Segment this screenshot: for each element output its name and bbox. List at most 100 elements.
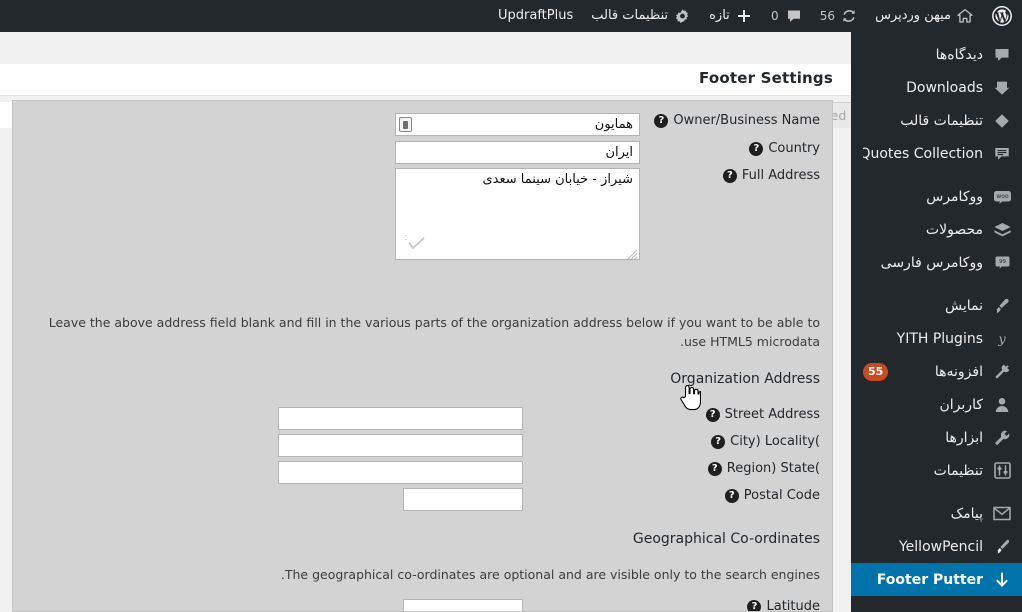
latitude-label: Latitude ? bbox=[650, 599, 820, 612]
sidebar-item-yith-plugins[interactable]: y YITH Plugins bbox=[851, 322, 1022, 355]
region-input[interactable] bbox=[278, 461, 523, 484]
adminbar-updates[interactable]: 56 bbox=[811, 0, 866, 32]
label-text: Latitude bbox=[766, 599, 820, 612]
sidebar-item-label: YellowPencil bbox=[898, 538, 983, 555]
owner-name-label: Owner/Business Name ? bbox=[650, 113, 820, 128]
plugin-icon bbox=[991, 362, 1013, 382]
sidebar-item-label: ووکامرس bbox=[926, 188, 983, 205]
sidebar-item-downloads[interactable]: Downloads bbox=[851, 71, 1022, 104]
adminbar-comments[interactable]: 0 bbox=[761, 0, 811, 32]
street-address-input[interactable] bbox=[278, 407, 523, 430]
sidebar-item-label: کاربران bbox=[939, 396, 983, 413]
label-text: City) Locality( bbox=[730, 434, 820, 449]
full-address-textarea[interactable]: شیراز - خیابان سینما سعدی bbox=[395, 168, 640, 260]
comment-icon bbox=[991, 45, 1013, 65]
locality-label: City) Locality( ? bbox=[650, 434, 820, 449]
sidebar-item-sms[interactable]: پیامک bbox=[851, 497, 1022, 530]
sidebar-item-tools[interactable]: ابزارها bbox=[851, 421, 1022, 454]
sidebar-item-footer-putter[interactable]: Footer Putter bbox=[843, 563, 1022, 596]
help-icon[interactable]: ? bbox=[707, 461, 722, 476]
autofill-icon[interactable] bbox=[399, 117, 412, 132]
sidebar-item-label: Footer Putter bbox=[876, 571, 983, 588]
sidebar-separator bbox=[851, 170, 1022, 180]
label-text: Postal Code bbox=[743, 488, 820, 503]
diamond-icon bbox=[991, 111, 1013, 131]
help-icon[interactable]: ? bbox=[654, 113, 669, 128]
sidebar-item-yellowpencil[interactable]: YellowPencil bbox=[851, 530, 1022, 563]
country-label: Country ? bbox=[650, 141, 820, 156]
sidebar-item-settings[interactable]: تنظیمات bbox=[851, 454, 1022, 487]
sidebar-item-label: محصولات bbox=[925, 221, 983, 238]
label-text: Country bbox=[768, 141, 820, 156]
postal-code-input[interactable] bbox=[403, 488, 523, 511]
adminbar-new-content[interactable]: تازه bbox=[700, 0, 761, 32]
users-icon bbox=[991, 395, 1013, 415]
plugins-update-badge: 55 bbox=[863, 362, 889, 381]
sidebar-item-label: تنظیمات bbox=[933, 462, 983, 479]
country-input[interactable] bbox=[395, 141, 640, 164]
settings-sliders-icon bbox=[991, 461, 1013, 481]
sidebar-item-label: دیدگاه‌ها bbox=[935, 46, 983, 63]
arrow-down-icon bbox=[991, 570, 1013, 590]
sidebar-item-theme-settings[interactable]: تنظیمات قالب bbox=[851, 104, 1022, 137]
street-address-input-wrap bbox=[278, 407, 523, 430]
page-title: Footer Settings bbox=[698, 69, 833, 87]
sidebar-item-quotes-collection[interactable]: Quotes Collection bbox=[851, 137, 1022, 170]
adminbar-theme-settings[interactable]: تنظیمات قالب bbox=[582, 0, 700, 32]
field-row-region: Region) State( ? bbox=[278, 461, 820, 484]
sidebar-item-label: Quotes Collection bbox=[863, 145, 983, 162]
tools-wrench-icon bbox=[991, 428, 1013, 448]
field-row-owner-name: Owner/Business Name ? bbox=[395, 113, 820, 136]
latitude-input[interactable] bbox=[403, 599, 523, 611]
adminbar-updraftplus-label: UpdraftPlus bbox=[497, 8, 574, 23]
help-icon[interactable]: ? bbox=[705, 407, 720, 422]
adminbar-new-label: تازه bbox=[709, 8, 730, 23]
street-address-label: Street Address ? bbox=[650, 407, 820, 422]
pencil-brush-icon bbox=[991, 537, 1013, 557]
updates-icon bbox=[841, 8, 857, 24]
help-icon[interactable]: ? bbox=[711, 434, 726, 449]
envelope-icon bbox=[991, 504, 1013, 524]
owner-name-input[interactable] bbox=[395, 113, 640, 136]
postal-code-label: Postal Code ? bbox=[650, 488, 820, 503]
sidebar-item-label: ابزارها bbox=[945, 429, 983, 446]
sidebar-item-users[interactable]: کاربران bbox=[851, 388, 1022, 421]
help-icon[interactable]: ? bbox=[749, 141, 764, 156]
sidebar-item-label: نمایش bbox=[944, 297, 983, 314]
plus-icon bbox=[736, 8, 752, 24]
address-note-text: Leave the above address field blank and … bbox=[48, 315, 820, 349]
locality-input[interactable] bbox=[278, 434, 523, 457]
help-icon[interactable]: ? bbox=[722, 168, 737, 183]
sidebar-item-label: تنظیمات قالب bbox=[900, 112, 983, 129]
adminbar-wp-logo[interactable] bbox=[982, 0, 1022, 32]
adminbar-comments-count: 0 bbox=[770, 9, 779, 23]
field-row-latitude: Latitude ? bbox=[403, 599, 820, 612]
full-address-label: Full Address ? bbox=[650, 168, 820, 183]
latitude-input-wrap bbox=[403, 599, 523, 611]
sidebar-item-comments[interactable]: دیدگاه‌ها bbox=[851, 38, 1022, 71]
woo-icon: woo bbox=[991, 187, 1013, 207]
help-icon[interactable]: ? bbox=[724, 488, 739, 503]
geo-note-text: The geographical co-ordinates are option… bbox=[280, 567, 820, 582]
postal-code-input-wrap bbox=[403, 488, 523, 511]
owner-name-input-wrap bbox=[395, 113, 640, 136]
adminbar-site-name[interactable]: میهن وردپرس bbox=[866, 0, 982, 32]
label-text: Region) State( bbox=[726, 461, 820, 476]
sidebar-item-appearance[interactable]: نمایش bbox=[851, 289, 1022, 322]
sidebar-item-label: Downloads bbox=[906, 79, 983, 96]
adminbar-updraftplus[interactable]: UpdraftPlus bbox=[489, 0, 582, 32]
svg-text:y: y bbox=[997, 332, 1006, 347]
help-icon[interactable]: ? bbox=[747, 599, 762, 611]
appearance-brush-icon bbox=[991, 296, 1013, 316]
admin-bar: میهن وردپرس 56 0 تازه تنظیمات قالب Updra… bbox=[0, 0, 1022, 32]
sidebar-item-woocommerce[interactable]: woo ووکامرس bbox=[851, 180, 1022, 213]
sidebar-item-label: ووکامرس فارسی bbox=[880, 254, 983, 271]
label-text: Owner/Business Name bbox=[673, 113, 820, 128]
sidebar-item-woocommerce-farsi[interactable]: 99 ووکامرس فارسی bbox=[851, 246, 1022, 279]
full-address-textarea-wrap: شیراز - خیابان سینما سعدی ABC bbox=[393, 168, 640, 261]
field-row-country: Country ? bbox=[395, 141, 820, 164]
adminbar-site-label: میهن وردپرس bbox=[875, 8, 951, 23]
sidebar-item-products[interactable]: محصولات bbox=[851, 213, 1022, 246]
sidebar-item-plugins[interactable]: افزونه‌ها 55 bbox=[851, 355, 1022, 388]
page-header: Footer Settings bbox=[0, 64, 851, 96]
